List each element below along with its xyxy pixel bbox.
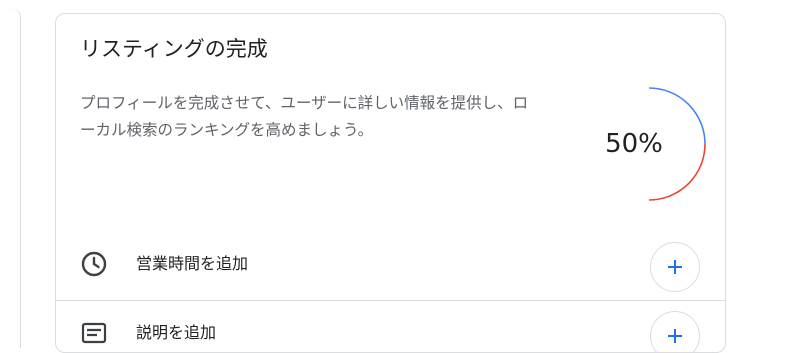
task-label: 営業時間を追加 xyxy=(136,254,249,273)
description-icon xyxy=(80,319,108,347)
task-label: 説明を追加 xyxy=(136,323,217,342)
progress-ring: 50% xyxy=(579,86,709,202)
listing-completion-card: リスティングの完成 プロフィールを完成させて、ユーザーに詳しい情報を提供し、ロー… xyxy=(55,13,726,353)
adjacent-card-edge xyxy=(0,8,21,348)
add-description-button[interactable] xyxy=(650,311,700,352)
plus-icon xyxy=(668,260,682,274)
card-title: リスティングの完成 xyxy=(80,37,268,61)
progress-percent: 50% xyxy=(605,129,663,159)
plus-icon xyxy=(668,329,682,343)
add-hours-button[interactable] xyxy=(650,242,700,292)
clock-icon xyxy=(80,250,108,278)
card-description: プロフィールを完成させて、ユーザーに詳しい情報を提供し、ローカル検索のランキング… xyxy=(80,94,529,139)
task-row-hours[interactable]: 営業時間を追加 xyxy=(56,232,725,296)
task-row-description[interactable]: 説明を追加 xyxy=(56,300,725,352)
